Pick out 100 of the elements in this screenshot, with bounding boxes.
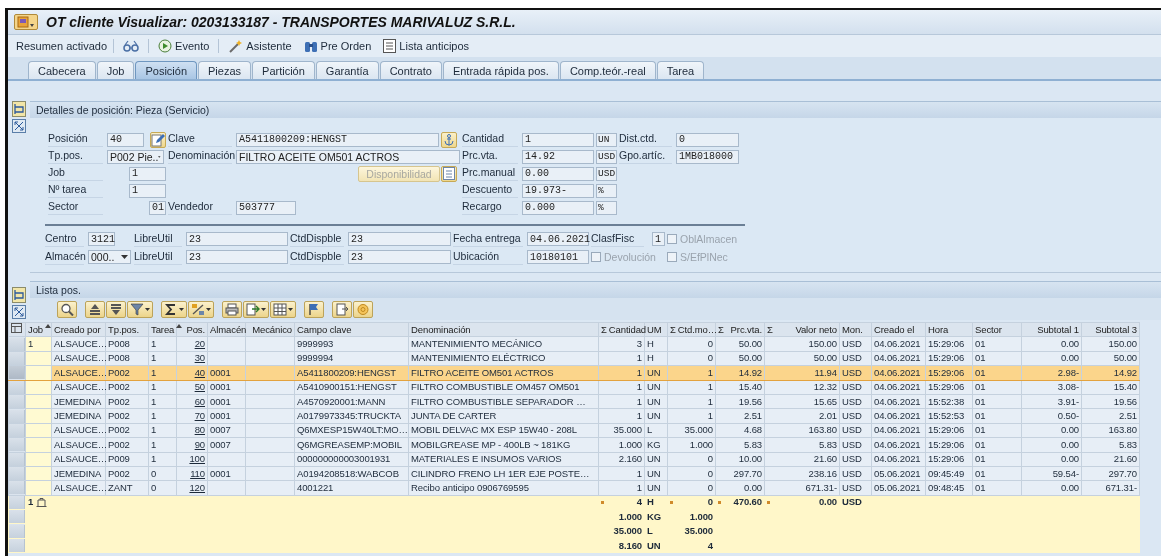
input-field[interactable]: 14.92 — [522, 149, 594, 164]
event-button[interactable]: Evento — [155, 39, 213, 53]
advance-list-button[interactable]: Lista anticipos — [380, 39, 473, 53]
value-help-button[interactable] — [441, 131, 457, 148]
input-field[interactable]: A5411800209:HENGST — [236, 132, 439, 147]
pre-order-button[interactable]: Pre Orden — [300, 39, 375, 53]
total-value: UN — [647, 539, 661, 552]
input-field[interactable]: 1MB018000 — [676, 149, 739, 164]
table-cell: 04.06.2021 — [871, 423, 926, 438]
layout-icon[interactable] — [11, 323, 22, 334]
panel-toggle-icon[interactable] — [12, 287, 26, 303]
summary-label: Resumen activado — [16, 40, 108, 52]
filter-icon — [130, 302, 144, 316]
layout-button[interactable] — [270, 300, 296, 318]
input-field[interactable]: 40 — [107, 132, 144, 147]
tab[interactable]: Garantía — [315, 61, 379, 79]
dropdown-field[interactable]: P002 Pie.. — [107, 149, 164, 164]
sum-symbol: Σ — [670, 323, 676, 336]
column-header[interactable]: Ctd.mo… — [677, 323, 718, 336]
input-field[interactable]: 1 — [129, 166, 166, 181]
field-label: CtdDispble — [290, 249, 344, 265]
table-cell: 15:29:06 — [925, 365, 973, 381]
table-cell: 1 — [667, 394, 716, 409]
input-field[interactable]: 23 — [348, 250, 451, 264]
column-header[interactable]: Prc.vta. — [730, 323, 762, 336]
tab[interactable]: Comp.teór.-real — [559, 61, 656, 79]
table-cell: MANTENIMIENTO MECÁNICO — [408, 336, 599, 352]
table-cell: USD — [839, 452, 872, 467]
input-field[interactable]: 23 — [348, 232, 451, 246]
input-field[interactable]: 01 — [149, 200, 166, 215]
unit-field: USD — [596, 149, 617, 164]
input-field[interactable]: 23 — [186, 232, 288, 246]
tab[interactable]: Job — [96, 61, 135, 79]
tab[interactable]: Tarea — [656, 61, 705, 79]
column-header[interactable]: Cantidad — [608, 323, 646, 336]
wizard-button[interactable]: Asistente — [225, 39, 295, 53]
input-field[interactable]: 3121 — [88, 232, 115, 246]
magnifier-icon — [60, 302, 74, 316]
table-cell: 01 — [972, 380, 1022, 395]
input-field[interactable]: 19.973- — [522, 183, 594, 198]
list-button[interactable] — [441, 165, 457, 182]
panel-toggle-icon[interactable] — [12, 101, 26, 117]
table-cell: 0 — [667, 336, 716, 352]
input-field[interactable]: FILTRO ACEITE OM501 ACTROS — [236, 149, 460, 164]
tab[interactable]: Partición — [252, 61, 315, 79]
details-button[interactable] — [57, 300, 77, 318]
sum-button[interactable] — [161, 300, 187, 318]
table-cell: 1 — [598, 394, 645, 409]
printer-icon — [225, 302, 239, 316]
tab[interactable]: Contrato — [379, 61, 442, 79]
input-field[interactable]: 1 — [129, 183, 166, 198]
document-button[interactable] — [332, 300, 352, 318]
table-cell: 0 — [667, 452, 716, 467]
table-cell: 2.01 — [764, 408, 840, 424]
table-cell: 1 — [148, 336, 177, 352]
sort-descending-button[interactable] — [106, 300, 126, 318]
tab[interactable]: Piezas — [198, 61, 252, 79]
table-cell: P002 — [105, 408, 149, 424]
print-button[interactable] — [222, 300, 242, 318]
input-field[interactable]: 1 — [652, 232, 665, 246]
table-cell: 1 — [148, 423, 177, 438]
table-cell: 3.91- — [1021, 394, 1082, 409]
expand-icon[interactable] — [12, 305, 26, 319]
column-header[interactable]: Tarea — [151, 323, 183, 336]
input-field[interactable]: 0.00 — [522, 166, 594, 181]
input-field[interactable]: 0.000 — [522, 200, 594, 215]
table-cell: 297.70 — [715, 466, 765, 481]
table-cell: 0001 — [207, 380, 246, 395]
filter-button[interactable] — [127, 300, 153, 318]
table-cell: 15:52:38 — [925, 394, 973, 409]
export-button[interactable] — [243, 300, 269, 318]
input-field[interactable]: 23 — [186, 250, 288, 264]
table-cell: 21.60 — [1081, 452, 1140, 467]
dropdown-field[interactable]: 000.. — [88, 250, 131, 264]
table-cell: 15:29:06 — [925, 437, 973, 452]
expand-icon[interactable] — [12, 119, 26, 133]
sort-ascending-button[interactable] — [85, 300, 105, 318]
column-header[interactable]: Valor neto — [795, 323, 837, 336]
input-field[interactable]: 04.06.2021 — [527, 232, 589, 246]
flag-button[interactable] — [304, 300, 324, 318]
input-field[interactable]: 503777 — [236, 200, 296, 215]
input-field[interactable]: 1 — [522, 132, 594, 147]
info-button[interactable] — [353, 300, 373, 318]
tab[interactable]: Cabecera — [28, 61, 96, 79]
table-cell: USD — [839, 408, 872, 424]
total-value: 4 — [707, 539, 713, 552]
total-value: 1.000 — [689, 510, 713, 523]
table-cell: 0007 — [207, 423, 246, 438]
input-field[interactable]: 0 — [676, 132, 739, 147]
list-icon — [443, 167, 455, 180]
input-field[interactable]: 10180101 — [527, 250, 589, 264]
tab[interactable]: Posición — [135, 61, 198, 79]
table-cell: 01 — [972, 336, 1022, 352]
app-menu-button[interactable] — [14, 14, 38, 30]
table-cell: 5.83 — [715, 437, 765, 452]
tab[interactable]: Entrada rápida pos. — [442, 61, 559, 79]
table-cell: 15:52:53 — [925, 408, 973, 424]
edit-button[interactable] — [150, 131, 166, 148]
table-cell: P002 — [105, 365, 149, 381]
subtotal-button[interactable] — [188, 300, 214, 318]
